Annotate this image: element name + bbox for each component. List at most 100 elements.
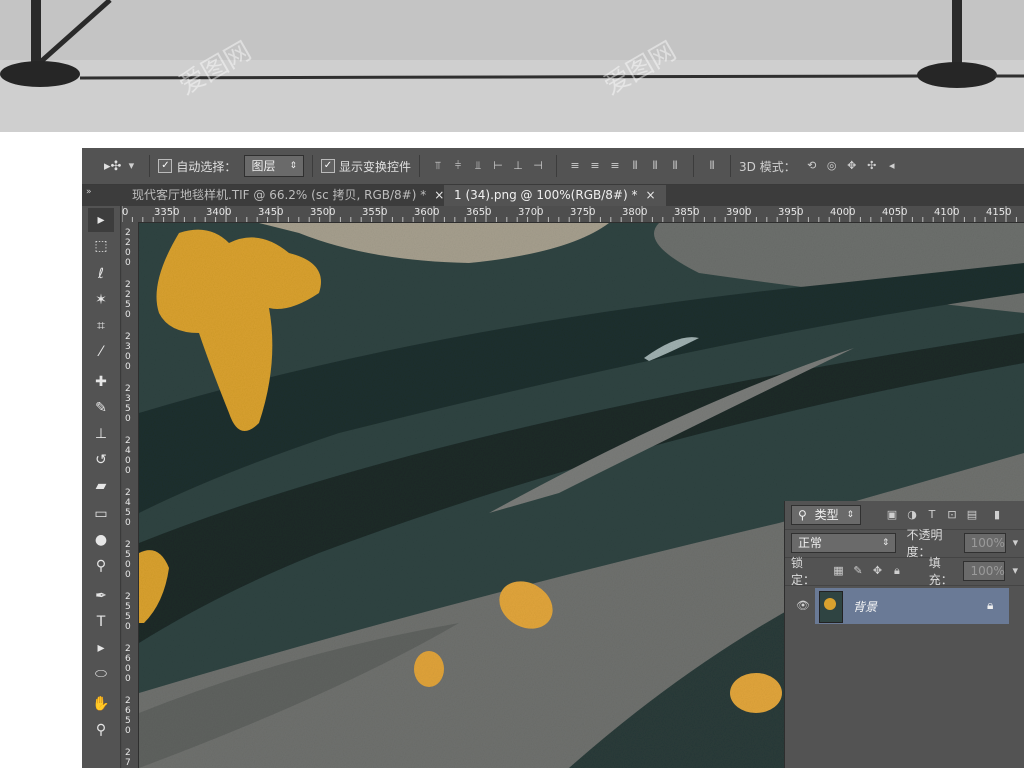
separator <box>556 155 558 177</box>
align-horizontal-center-icon[interactable]: ⊥ <box>511 159 525 173</box>
blur-tool-icon[interactable]: ● <box>88 528 114 552</box>
ruler-digit: 0 <box>125 664 131 674</box>
photoshop-window: ▸✣ ▾ ✓ 自动选择： 图层 ⇕ ✓ 显示变换控件 ⫪ ⫩ ⫫ ⊢ ⊥ ⊣ ≡… <box>82 148 1024 768</box>
auto-select-target-dropdown[interactable]: 图层 ⇕ <box>244 155 304 177</box>
tab-document-1[interactable]: 现代客厅地毯样机.TIF @ 66.2% (sc 拷贝, RGB/8#) * × <box>122 185 455 206</box>
roll-3d-icon[interactable]: ◎ <box>825 159 839 173</box>
eyedropper-tool-icon[interactable]: ⁄ <box>88 340 114 364</box>
filter-toggle-icon[interactable]: ▮ <box>990 508 1004 522</box>
align-vertical-center-icon[interactable]: ⫩ <box>451 159 465 173</box>
tab-document-2[interactable]: 1 (34).png @ 100%(RGB/8#) * × <box>444 185 666 206</box>
ruler-label: 2200 <box>125 228 131 268</box>
align-right-icon[interactable]: ⊣ <box>531 159 545 173</box>
close-icon[interactable]: × <box>434 188 444 202</box>
layer-row-background[interactable]: 背景 🔒︎ <box>815 588 1009 624</box>
lock-transparent-pixels-icon[interactable]: ▦ <box>832 564 846 578</box>
vertical-ruler[interactable]: 2200225023002350240024502500255026002650… <box>122 222 139 768</box>
ruler-digit: 4 <box>125 498 131 508</box>
layer-filter-value: 类型 <box>814 508 839 522</box>
ruler-digit: 2 <box>125 228 131 238</box>
align-top-icon[interactable]: ⫪ <box>431 159 445 173</box>
layer-filter-dropdown[interactable]: ⚲ 类型 ⇕ <box>791 505 861 525</box>
ruler-digit: 5 <box>125 300 131 310</box>
distribute-vertical-center-icon[interactable]: ≡ <box>588 159 602 173</box>
lock-position-icon[interactable]: ✥ <box>871 564 885 578</box>
ruler-digit: 6 <box>125 706 131 716</box>
distribute-right-icon[interactable]: ⦀ <box>668 159 682 173</box>
tool-preset-dropdown-icon[interactable]: ▾ <box>124 159 138 173</box>
ruler-digit: 3 <box>125 342 131 352</box>
distribute-bottom-icon[interactable]: ≡ <box>608 159 622 173</box>
clone-stamp-tool-icon[interactable]: ⊥ <box>88 422 114 446</box>
fill-field[interactable]: 100% <box>963 561 1006 581</box>
adjustment-layer-filter-icon[interactable]: ◑ <box>905 508 919 522</box>
thumbnail-flower <box>824 598 836 610</box>
ruler-label: 3700 <box>518 207 544 218</box>
crop-tool-icon[interactable]: ⌗ <box>88 314 114 338</box>
options-bar: ▸✣ ▾ ✓ 自动选择： 图层 ⇕ ✓ 显示变换控件 ⫪ ⫩ ⫫ ⊢ ⊥ ⊣ ≡… <box>82 148 1024 185</box>
opacity-dropdown-icon[interactable]: ▾ <box>1009 536 1022 550</box>
ruler-digit: 0 <box>125 352 131 362</box>
opacity-field[interactable]: 100% <box>963 533 1006 553</box>
shape-tool-icon[interactable]: ⬭ <box>88 662 114 686</box>
show-transform-checkbox[interactable]: ✓ 显示变换控件 <box>321 158 411 175</box>
auto-select-checkbox[interactable]: ✓ 自动选择： <box>158 158 236 175</box>
close-icon[interactable]: × <box>645 188 655 202</box>
lock-image-pixels-icon[interactable]: ✎ <box>851 564 865 578</box>
pixel-layer-filter-icon[interactable]: ▣ <box>885 508 899 522</box>
dodge-tool-icon[interactable]: ⚲ <box>88 554 114 578</box>
drag-3d-icon[interactable]: ✥ <box>845 159 859 173</box>
ruler-digit: 2 <box>125 592 131 602</box>
ruler-digit: 2 <box>125 540 131 550</box>
lock-all-icon[interactable]: 🔒︎ <box>890 564 904 578</box>
move-tool-icon[interactable]: ▸✣ <box>104 159 121 174</box>
type-layer-filter-icon[interactable]: T <box>925 508 939 522</box>
separator <box>693 155 695 177</box>
visibility-eye-icon[interactable]: 👁︎ <box>796 599 810 613</box>
healing-brush-tool-icon[interactable]: ✚ <box>88 370 114 394</box>
distribute-left-icon[interactable]: ⦀ <box>628 159 642 173</box>
ruler-label: 3500 <box>310 207 336 218</box>
ruler-label: 2650 <box>125 696 131 736</box>
smart-object-filter-icon[interactable]: ▤ <box>965 508 979 522</box>
magic-wand-tool-icon[interactable]: ✶ <box>88 288 114 312</box>
move-tool-icon[interactable]: ▸ <box>88 208 114 232</box>
lock-label: 锁定： <box>791 556 816 587</box>
brush-tool-icon[interactable]: ✎ <box>88 396 114 420</box>
distribute-top-icon[interactable]: ≡ <box>568 159 582 173</box>
separator <box>312 155 313 177</box>
rotate-3d-icon[interactable]: ⟲ <box>805 159 819 173</box>
ruler-label: 2300 <box>125 332 131 372</box>
ruler-label: 4100 <box>934 207 960 218</box>
slide-3d-icon[interactable]: ✣ <box>865 159 879 173</box>
pen-tool-icon[interactable]: ✒ <box>88 584 114 608</box>
eraser-tool-icon[interactable]: ▰ <box>88 474 114 498</box>
dropdown-arrows-icon: ⇕ <box>289 161 297 171</box>
blend-mode-dropdown[interactable]: 正常 ⇕ <box>791 533 897 553</box>
fill-dropdown-icon[interactable]: ▾ <box>1008 564 1022 578</box>
marquee-tool-icon[interactable]: ⬚ <box>88 234 114 258</box>
separator <box>149 155 151 177</box>
align-bottom-icon[interactable]: ⫫ <box>471 159 485 173</box>
type-tool-icon[interactable]: T <box>88 610 114 634</box>
path-selection-tool-icon[interactable]: ▸ <box>88 636 114 660</box>
horizontal-ruler[interactable]: 0 3350 3400 3450 3500 3550 3600 3650 370… <box>122 206 1024 223</box>
dropdown-arrows-icon: ⇕ <box>881 538 890 548</box>
ruler-digit: 0 <box>125 466 131 476</box>
ruler-label: 2550 <box>125 592 131 632</box>
ruler-label: 3600 <box>414 207 440 218</box>
collapse-panels-icon[interactable]: » <box>86 187 92 197</box>
ruler-label: 3400 <box>206 207 232 218</box>
shape-layer-filter-icon[interactable]: ⊡ <box>945 508 959 522</box>
ruler-digit: 2 <box>125 696 131 706</box>
distribute-horizontal-center-icon[interactable]: ⦀ <box>648 159 662 173</box>
zoom-tool-icon[interactable]: ⚲ <box>88 718 114 742</box>
scale-3d-icon[interactable]: ◂ <box>885 159 899 173</box>
align-left-icon[interactable]: ⊢ <box>491 159 505 173</box>
auto-align-layers-icon[interactable]: ⫴ <box>705 159 719 173</box>
gradient-tool-icon[interactable]: ▭ <box>88 502 114 526</box>
lock-fill-row: 锁定： ▦ ✎ ✥ 🔒︎ 填充： 100% ▾ <box>785 556 1024 587</box>
lasso-tool-icon[interactable]: ℓ <box>88 262 114 286</box>
hand-tool-icon[interactable]: ✋ <box>88 692 114 716</box>
history-brush-tool-icon[interactable]: ↺ <box>88 448 114 472</box>
